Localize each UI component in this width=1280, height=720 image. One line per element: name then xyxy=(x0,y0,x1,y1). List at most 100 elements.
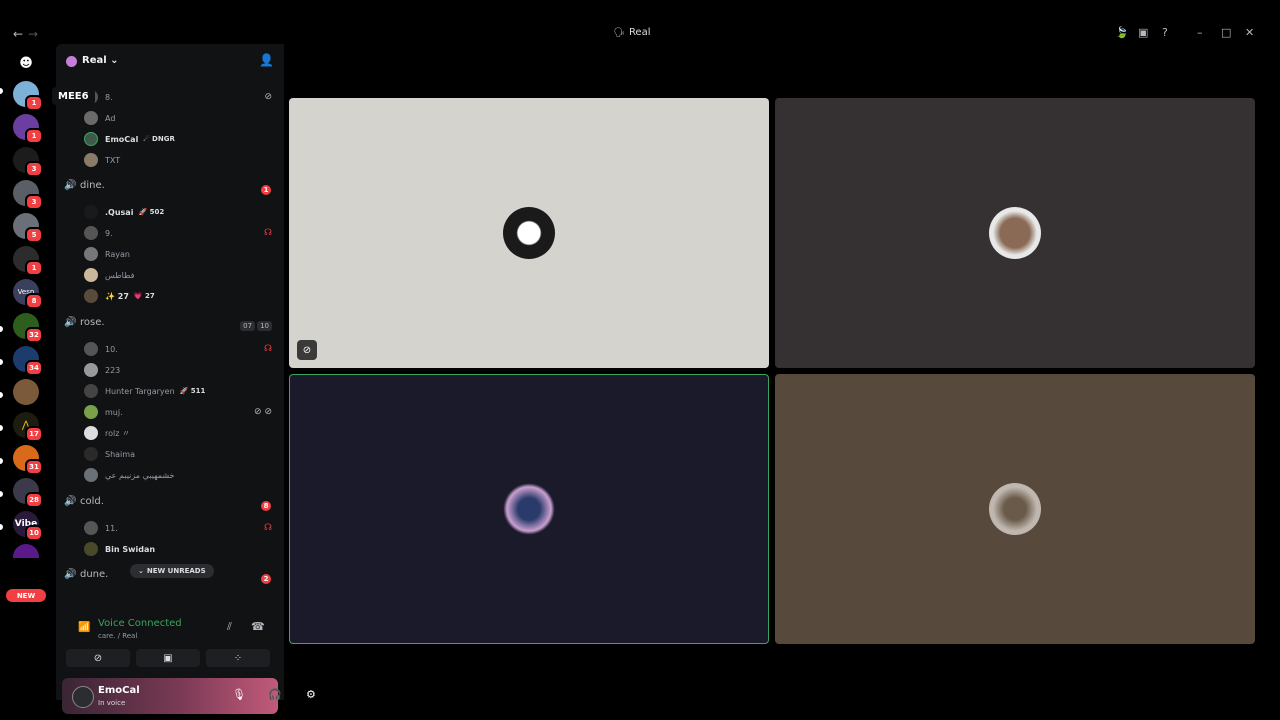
voice-channel[interactable]: 🔊 rose. xyxy=(64,317,105,328)
minimize-icon[interactable]: – xyxy=(1197,26,1203,39)
muted-deafened-icons: ⊘ ⊘ xyxy=(254,407,272,417)
activities-button[interactable]: ⁘ xyxy=(206,649,270,667)
window-title: 🗣 Real xyxy=(0,27,1264,38)
unread-pip xyxy=(0,88,3,94)
unread-pip xyxy=(0,326,3,332)
speaker-icon: 🔊 xyxy=(64,569,77,580)
settings-gear-icon[interactable]: ⚙ xyxy=(306,688,316,701)
server-icon[interactable]: Vesp 8 xyxy=(13,279,43,309)
avatar[interactable] xyxy=(72,686,94,708)
participant-tile[interactable] xyxy=(775,98,1255,368)
mention-badge: 28 xyxy=(25,492,43,508)
user-limit-max: 10 xyxy=(257,321,272,331)
participant-tile-speaking[interactable] xyxy=(289,374,769,644)
server-icon[interactable] xyxy=(13,544,39,558)
avatar xyxy=(503,207,555,259)
server-icon[interactable]: ⋀ 17 xyxy=(13,412,43,442)
mention-badge: 34 xyxy=(25,360,43,376)
voice-channel-path[interactable]: care. / Real xyxy=(98,632,137,640)
server-icon xyxy=(66,56,77,67)
camera-off-button[interactable]: ⊘ xyxy=(66,649,130,667)
voice-user[interactable]: muj. xyxy=(84,403,123,421)
participant-tile[interactable]: ⊘ xyxy=(289,98,769,368)
voice-user[interactable]: .Qusai 🚀 502 xyxy=(84,203,164,221)
server-icon[interactable]: Vibe 10 xyxy=(13,511,43,541)
username: 9. xyxy=(105,228,113,238)
voice-user[interactable]: Rayan xyxy=(84,245,130,263)
user-limit: 07 10 xyxy=(240,321,272,331)
maximize-icon[interactable]: □ xyxy=(1221,26,1231,39)
server-icon[interactable] xyxy=(13,379,39,405)
voice-user[interactable]: TXT xyxy=(84,151,120,169)
server-icon[interactable]: 1 xyxy=(13,81,43,111)
screen-share-button[interactable]: ▣ xyxy=(136,649,200,667)
mention-badge: 31 xyxy=(25,459,43,475)
username: 223 xyxy=(105,365,121,375)
avatar xyxy=(84,247,98,261)
server-name: Real ⌄ xyxy=(82,55,119,66)
server-icon[interactable]: 5 xyxy=(13,213,43,243)
server-folder-icon[interactable]: 28 xyxy=(13,478,43,508)
server-icon[interactable]: 32 xyxy=(13,313,43,343)
leaf-icon[interactable]: 🍃 xyxy=(1115,26,1129,39)
stream-off-icon[interactable]: ⊘ xyxy=(297,340,317,360)
discord-home-icon[interactable]: ☻ xyxy=(13,50,39,76)
user-tag: ☄ DNGR xyxy=(143,135,175,143)
disconnect-icon[interactable]: ☎ xyxy=(251,620,265,633)
participant-tile[interactable] xyxy=(775,374,1255,644)
voice-user[interactable]: Shaima xyxy=(84,445,135,463)
avatar xyxy=(84,153,98,167)
channel-name: dine. xyxy=(80,180,105,191)
new-servers-pill[interactable]: NEW xyxy=(6,589,46,602)
server-icon[interactable]: 3 xyxy=(13,147,43,177)
new-unreads-button[interactable]: ⌄ NEW UNREADS xyxy=(130,564,214,578)
headphones-icon[interactable]: 🎧 xyxy=(268,688,282,701)
username: ✨ 27 xyxy=(105,291,129,301)
chevron-down-icon: ⌄ xyxy=(110,55,119,66)
unread-pip xyxy=(0,359,3,365)
mention-badge: 5 xyxy=(25,227,43,243)
avatar xyxy=(84,289,98,303)
voice-user[interactable]: خشمهيبي مزنيبم عي xyxy=(84,466,175,484)
voice-channel-icon: 🗣 xyxy=(613,28,625,38)
close-icon[interactable]: ✕ xyxy=(1245,26,1254,39)
username: Hunter Targaryen xyxy=(105,386,175,396)
voice-connection-panel: 📶 Voice Connected care. / Real ⫽ ☎ ⊘ ▣ ⁘ xyxy=(62,612,278,672)
voice-channel[interactable]: 🔊 dine. xyxy=(64,180,105,191)
server-header[interactable]: Real ⌄ 👤 xyxy=(56,44,284,78)
server-icon[interactable]: 34 xyxy=(13,346,43,376)
mention-badge: 1 xyxy=(25,128,43,144)
current-username[interactable]: EmoCal xyxy=(98,685,140,696)
voice-channel[interactable]: 🔊 cold. xyxy=(64,496,104,507)
microphone-icon[interactable]: 🎙 xyxy=(232,688,246,701)
noise-suppression-icon[interactable]: ⫽ xyxy=(227,620,232,634)
inbox-icon[interactable]: ▣ xyxy=(1138,26,1148,39)
voice-user[interactable]: Hunter Targaryen 🚀 511 xyxy=(84,382,205,400)
avatar xyxy=(84,384,98,398)
voice-user[interactable]: Bin Swidan xyxy=(84,540,155,558)
avatar xyxy=(84,226,98,240)
voice-user[interactable]: 223 xyxy=(84,361,120,379)
voice-user[interactable]: ✨ 27 💗 27 xyxy=(84,287,155,305)
voice-user[interactable]: EmoCal ☄ DNGR xyxy=(84,130,175,148)
username: Rayan xyxy=(105,249,130,259)
voice-user[interactable]: 9. xyxy=(84,224,113,242)
unread-pip xyxy=(0,524,3,530)
server-icon[interactable]: 1 xyxy=(13,114,43,144)
help-icon[interactable]: ? xyxy=(1162,26,1168,39)
voice-user[interactable]: Ad xyxy=(84,109,115,127)
server-icon[interactable]: 31 xyxy=(13,445,43,475)
current-user-status: In voice xyxy=(98,699,126,707)
voice-user[interactable]: 11. xyxy=(84,519,118,537)
voice-user[interactable]: فطاطس xyxy=(84,266,134,284)
voice-channel[interactable]: 🔊 dune. xyxy=(64,569,108,580)
server-icon[interactable]: 1 xyxy=(13,246,43,276)
invite-people-icon[interactable]: 👤 xyxy=(259,53,274,67)
voice-user[interactable]: 10. xyxy=(84,340,118,358)
title-bar: ← → 🗣 Real 🍃 ▣ ? – □ ✕ xyxy=(0,24,1264,44)
server-icon[interactable]: 3 xyxy=(13,180,43,210)
voice-status[interactable]: Voice Connected xyxy=(98,618,182,629)
deafened-icon: ☊ xyxy=(264,228,272,238)
username: .Qusai xyxy=(105,207,134,217)
voice-user[interactable]: rolz 〃 xyxy=(84,424,130,442)
